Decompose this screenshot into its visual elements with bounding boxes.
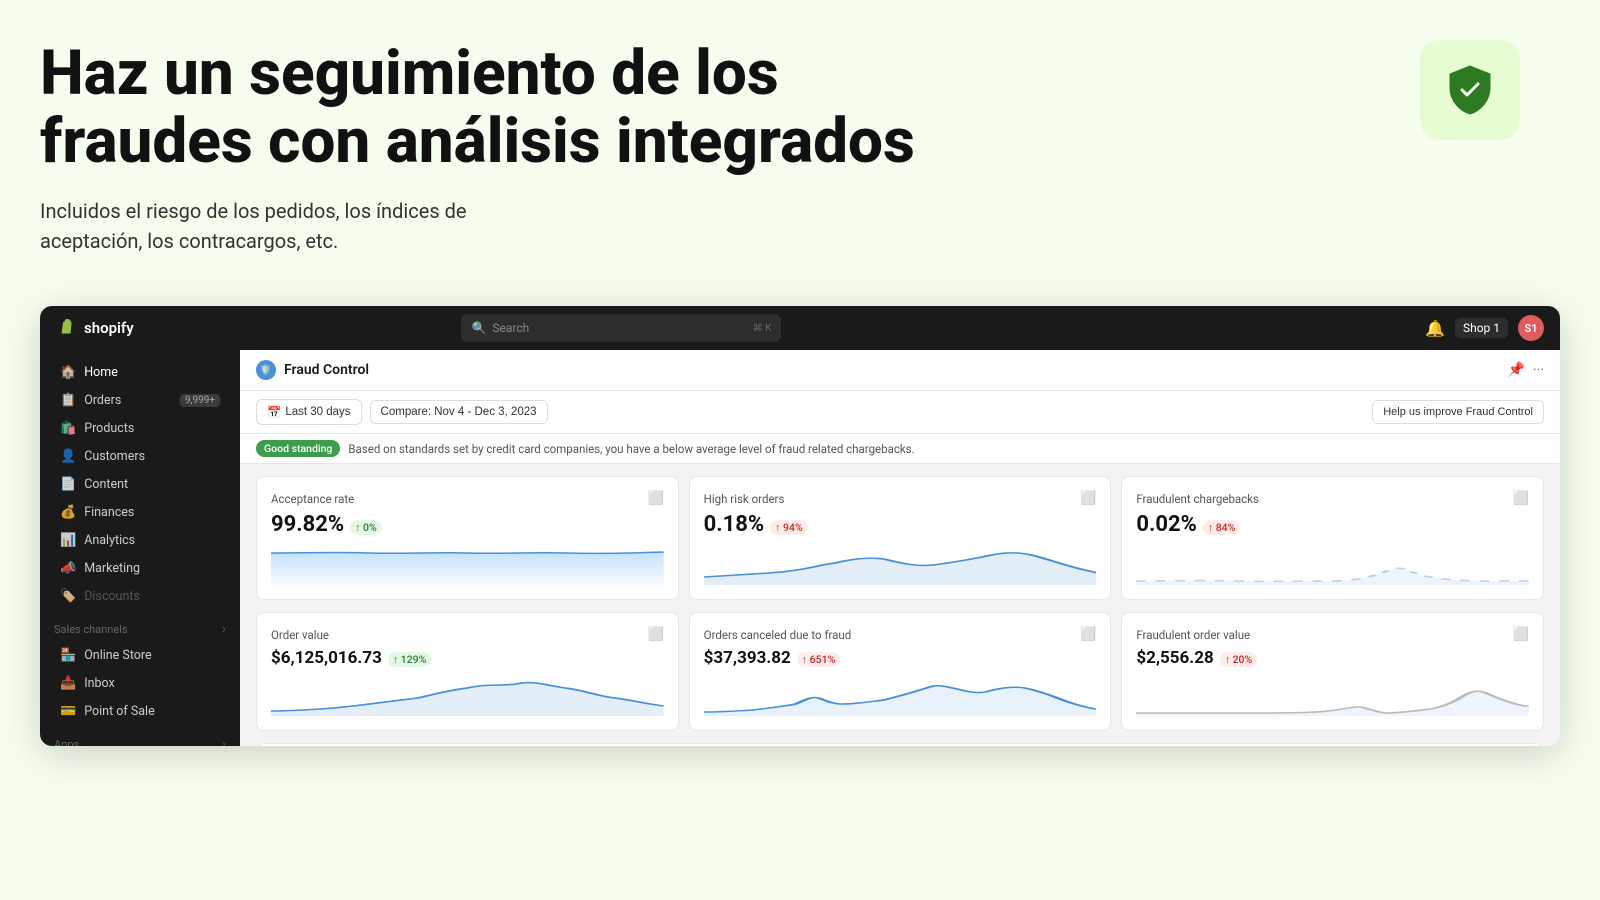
copy-icon-3[interactable]: ⬜ <box>1513 491 1529 506</box>
hero-subtitle: Incluidos el riesgo de los pedidos, los … <box>40 196 560 256</box>
fraud-header-icon: 🛡️ <box>256 360 276 380</box>
flow-app-card: Get Started with the Flow app <box>256 743 1544 746</box>
analytics-icon: 📊 <box>60 533 76 548</box>
sidebar-item-finances[interactable]: 💰 Finances <box>46 499 234 526</box>
copy-icon-1[interactable]: ⬜ <box>647 491 663 506</box>
inbox-icon: 📥 <box>60 676 76 691</box>
mini-chart-chargebacks <box>1136 545 1529 585</box>
stat-card-canceled-orders: Orders canceled due to fraud ⬜ $37,393.8… <box>689 612 1112 731</box>
sidebar-item-online-store[interactable]: 🏪 Online Store <box>46 642 234 669</box>
orders-icon: 📋 <box>60 393 76 408</box>
search-bar[interactable]: 🔍 Search ⌘ K <box>461 314 781 342</box>
marketing-icon: 📣 <box>60 561 76 576</box>
mini-chart-canceled-orders <box>704 676 1097 716</box>
stat-label-order-value: Order value ⬜ <box>271 627 664 642</box>
hero-title: Haz un seguimiento de los fraudes con an… <box>40 40 940 176</box>
stat-change-canceled-orders: ↑ 651% <box>797 652 841 667</box>
stat-change-fraud-value: ↑ 20% <box>1220 652 1258 667</box>
nav-right: 🔔 Shop 1 S1 <box>1425 315 1544 341</box>
stats-grid-row1: Acceptance rate ⬜ 99.82% ↑ 0% <box>240 464 1560 612</box>
stat-card-chargebacks: Fraudulent chargebacks ⬜ 0.02% ↑ 84% <box>1121 476 1544 600</box>
stat-change-order-value: ↑ 129% <box>388 652 432 667</box>
bottom-section: Get Started with the Flow app <box>240 743 1560 746</box>
sidebar-item-orders[interactable]: 📋 Orders 9,999+ <box>46 387 234 414</box>
sidebar-item-products[interactable]: 🛍️ Products <box>46 415 234 442</box>
sidebar-item-discounts[interactable]: 🏷️ Discounts <box>46 583 234 610</box>
home-icon: 🏠 <box>60 365 76 380</box>
stat-card-acceptance: Acceptance rate ⬜ 99.82% ↑ 0% <box>256 476 679 600</box>
shopify-navbar: shopify 🔍 Search ⌘ K 🔔 Shop 1 S1 <box>40 306 1560 350</box>
orders-badge: 9,999+ <box>180 394 220 407</box>
main-content: 🛡️ Fraud Control 📌 ··· 📅 Last 30 days Co… <box>240 350 1560 746</box>
finances-icon: 💰 <box>60 505 76 520</box>
sidebar-item-marketing[interactable]: 📣 Marketing <box>46 555 234 582</box>
page-header: 🛡️ Fraud Control 📌 ··· <box>240 350 1560 391</box>
status-text: Based on standards set by credit card co… <box>348 442 914 456</box>
calendar-icon: 📅 <box>267 405 281 419</box>
copy-icon-2[interactable]: ⬜ <box>1080 491 1096 506</box>
stat-label-chargebacks: Fraudulent chargebacks ⬜ <box>1136 491 1529 506</box>
online-store-icon: 🏪 <box>60 648 76 663</box>
pin-icon[interactable]: 📌 <box>1508 362 1525 378</box>
good-standing-badge: Good standing <box>256 440 340 457</box>
pos-icon: 💳 <box>60 704 76 719</box>
sidebar-item-customers[interactable]: 👤 Customers <box>46 443 234 470</box>
mini-chart-acceptance <box>271 545 664 585</box>
shield-badge <box>1420 40 1520 140</box>
page-header-actions: 📌 ··· <box>1508 362 1544 378</box>
search-icon: 🔍 <box>471 321 486 335</box>
customers-icon: 👤 <box>60 449 76 464</box>
stat-change-high-risk: ↑ 94% <box>770 520 808 535</box>
date-range-btn[interactable]: 📅 Last 30 days <box>256 399 362 425</box>
stat-value-acceptance: 99.82% ↑ 0% <box>271 512 664 537</box>
shop-label[interactable]: Shop 1 <box>1455 318 1508 338</box>
more-icon[interactable]: ··· <box>1533 362 1544 378</box>
content-icon: 📄 <box>60 477 76 492</box>
stat-value-order-value: $6,125,016.73 ↑ 129% <box>271 648 664 668</box>
toolbar: 📅 Last 30 days Compare: Nov 4 - Dec 3, 2… <box>240 391 1560 434</box>
mini-chart-order-value <box>271 676 664 716</box>
stat-card-fraud-value: Fraudulent order value ⬜ $2,556.28 ↑ 20% <box>1121 612 1544 731</box>
mini-chart-fraud-value <box>1136 676 1529 716</box>
sidebar: 🏠 Home 📋 Orders 9,999+ 🛍️ Products 👤 Cus… <box>40 350 240 746</box>
page-title: Fraud Control <box>284 362 369 378</box>
stat-value-high-risk: 0.18% ↑ 94% <box>704 512 1097 537</box>
stat-value-chargebacks: 0.02% ↑ 84% <box>1136 512 1529 537</box>
sidebar-item-analytics[interactable]: 📊 Analytics <box>46 527 234 554</box>
products-icon: 🛍️ <box>60 421 76 436</box>
app-body: 🏠 Home 📋 Orders 9,999+ 🛍️ Products 👤 Cus… <box>40 350 1560 746</box>
stat-label-high-risk: High risk orders ⬜ <box>704 491 1097 506</box>
sales-channels-label: Sales channels › <box>40 611 240 641</box>
sidebar-item-home[interactable]: 🏠 Home <box>46 359 234 386</box>
copy-icon-5[interactable]: ⬜ <box>1080 627 1096 642</box>
stat-card-order-value: Order value ⬜ $6,125,016.73 ↑ 129% <box>256 612 679 731</box>
copy-icon-4[interactable]: ⬜ <box>647 627 663 642</box>
stats-grid-row2: Order value ⬜ $6,125,016.73 ↑ 129% <box>240 612 1560 743</box>
sidebar-item-pos[interactable]: 💳 Point of Sale <box>46 698 234 725</box>
help-btn[interactable]: Help us improve Fraud Control <box>1372 400 1544 424</box>
copy-icon-6[interactable]: ⬜ <box>1513 627 1529 642</box>
compare-btn[interactable]: Compare: Nov 4 - Dec 3, 2023 <box>370 400 548 424</box>
stat-change-chargebacks: ↑ 84% <box>1203 520 1241 535</box>
stat-label-acceptance: Acceptance rate ⬜ <box>271 491 664 506</box>
browser-window: shopify 🔍 Search ⌘ K 🔔 Shop 1 S1 🏠 Home … <box>40 306 1560 746</box>
hero-section: Haz un seguimiento de los fraudes con an… <box>0 0 1600 286</box>
sidebar-item-content[interactable]: 📄 Content <box>46 471 234 498</box>
stat-value-canceled-orders: $37,393.82 ↑ 651% <box>704 648 1097 668</box>
stat-card-high-risk: High risk orders ⬜ 0.18% ↑ 94% <box>689 476 1112 600</box>
apps-label: Apps › <box>40 726 240 746</box>
shop-avatar[interactable]: S1 <box>1518 315 1544 341</box>
status-bar: Good standing Based on standards set by … <box>240 434 1560 464</box>
sidebar-item-inbox[interactable]: 📥 Inbox <box>46 670 234 697</box>
mini-chart-high-risk <box>704 545 1097 585</box>
search-shortcut: ⌘ K <box>753 323 772 334</box>
discounts-icon: 🏷️ <box>60 589 76 604</box>
bell-icon[interactable]: 🔔 <box>1425 319 1445 338</box>
stat-value-fraud-value: $2,556.28 ↑ 20% <box>1136 648 1529 668</box>
shopify-logo: shopify <box>56 317 134 339</box>
stat-label-fraud-value: Fraudulent order value ⬜ <box>1136 627 1529 642</box>
page-header-left: 🛡️ Fraud Control <box>256 360 369 380</box>
stat-change-acceptance: ↑ 0% <box>350 520 382 535</box>
stat-label-canceled-orders: Orders canceled due to fraud ⬜ <box>704 627 1097 642</box>
